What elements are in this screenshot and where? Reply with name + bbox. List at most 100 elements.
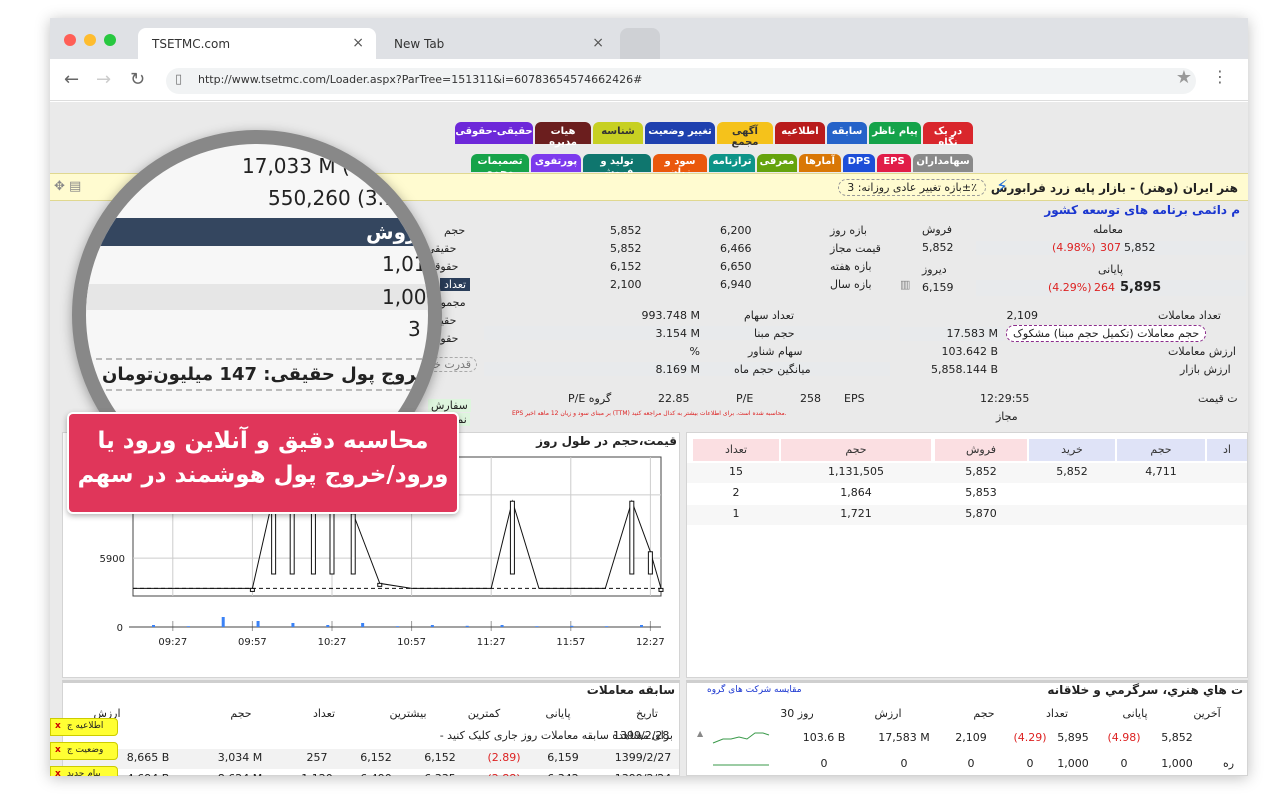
volume-bar [500,625,504,627]
close-tab-icon[interactable]: × [352,35,364,51]
sector-panel: ت هاي هنري، سرگرمي و خلاقانه مقایسه شرکت… [686,680,1248,776]
reload-icon[interactable]: ↻ [130,69,145,90]
volume-bar [361,623,365,627]
bookmark-star-icon[interactable]: ★ [1176,67,1192,88]
print-button[interactable]: ▤ [132,157,146,175]
browser-tab-tsetmc[interactable]: TSETMC.com × [138,28,376,59]
url-input[interactable]: ▯ http://www.tsetmc.com/Loader.aspx?ParTr… [166,68,1196,94]
history-cell: 1399/2/24 [611,772,675,776]
sticky-tag-label: پیام جدید [66,769,101,776]
zoom-button[interactable]: ✥ [108,157,121,175]
label-price-state: ت قیمت [1198,392,1238,405]
sector-col-header: ارزش [874,707,902,720]
volume-bar [396,626,399,627]
x-tick-label: 12:27 [636,637,665,648]
nav-subtab[interactable]: آمارها [799,154,841,172]
label-trade-count: تعداد معاملات [1158,309,1221,322]
nav-tab[interactable]: حقیقی-حقوقی [455,122,533,144]
week-low: 6,152 [610,260,642,273]
back-icon[interactable]: ← [64,69,79,90]
history-note-date: 1399/2/28 [613,729,670,742]
label-pe: P/E [736,392,754,405]
sticky-tag[interactable]: x وضعیت ج [50,742,118,760]
nav-subtab[interactable]: معرفی [757,154,797,172]
page-content: در یک نگاه پیام ناظر سابقه اطلاعیه آگهی مجمع… [50,102,1248,776]
sector-title: ت هاي هنري، سرگرمي و خلاقانه [1047,683,1243,697]
x-tick-label: 10:57 [397,637,426,648]
value-eps: 258 [800,392,821,405]
sector-cell: 17,583 M [878,731,930,744]
nav-tab[interactable]: اطلاعیه [775,122,825,144]
order-button[interactable]: سفارش [428,399,471,412]
nav-subtab[interactable]: DPS [843,154,875,172]
compare-group-link[interactable]: مقایسه شرکت های گروه [707,685,802,695]
magnified-volume: 17,033 M (96.8 [242,154,395,178]
sort-icon[interactable]: ▲ [697,729,703,738]
value-market-cap: 5,858.144 B [930,363,998,376]
nav-tab[interactable]: سابقه [827,122,867,144]
nav-subtab[interactable]: پورتفوی [531,154,581,172]
browser-window: TSETMC.com × New Tab × ← → ↻ ▯ http://www.t… [50,18,1248,776]
x-tick-label: 09:27 [158,637,187,648]
value-avg-volume: 8.169 M [655,363,700,376]
nav-subtab[interactable]: تولید و فروش [583,154,651,178]
history-cell: 1,120 [287,772,347,776]
new-tab-button[interactable] [620,28,660,59]
volume-bar [291,623,295,627]
forward-icon[interactable]: → [96,69,111,90]
nav-tab[interactable]: شناسه [593,122,643,144]
tab-title: TSETMC.com [152,37,231,51]
history-col-header: حجم [230,707,252,720]
nav-tab[interactable]: آگهی مجمع [717,122,773,148]
chart-mini-icon[interactable]: ▥ [900,278,910,291]
year-low: 2,100 [610,278,642,291]
nav-subtab[interactable]: EPS [877,154,911,172]
volume-bar [570,625,574,627]
close-tag-icon[interactable]: x [55,745,61,755]
maximize-window-icon[interactable] [104,34,116,46]
close-tag-icon[interactable]: x [55,721,61,731]
page-icon: ▯ [175,72,183,87]
history-col-header: کمترین [467,707,501,720]
allowed-low: 5,852 [610,242,642,255]
sparkline-30d [712,732,770,744]
order-book-col-header: تعداد [693,439,779,461]
order-book-panel: تعداد حجم فروش خرید حجم اد 15 1,131,505 5,852 5,… [686,432,1248,678]
sticky-tag[interactable]: x اطلاعیه ج [50,718,118,736]
nav-subtab[interactable]: سود و زیان [653,154,707,178]
history-col-header: تاریخ [636,707,658,720]
nav-subtab[interactable]: ترازنامه [709,154,755,172]
volume-bar [326,625,330,627]
browser-menu-icon[interactable]: ⋮ [1212,67,1228,86]
close-window-icon[interactable] [64,34,76,46]
nav-subtab[interactable]: تصمیمات مجمع [471,154,529,178]
nav-subtab[interactable]: سهامداران [913,154,973,172]
label-base-volume: حجم مبنا [754,327,795,340]
browser-tab-new[interactable]: New Tab × [380,28,616,59]
nav-tab[interactable]: در یک نگاه [923,122,973,148]
nav-tab[interactable]: تغییر وضعیت [645,122,715,144]
order-book-cell: 1,131,505 [828,465,884,478]
sector-cell: 0 [1120,757,1128,770]
magnified-row1: 1,012 [382,252,440,276]
promo-line2: ورود/خروج پول هوشمند در سهم [77,462,449,488]
close-tab-icon[interactable]: × [592,35,604,51]
minimize-window-icon[interactable] [84,34,96,46]
url-text: http://www.tsetmc.com/Loader.aspx?ParTre… [198,73,643,86]
eps-note: EPS بر مبنای سود و زیان 12 ماهه اخیر (TT… [512,410,787,417]
sticky-tag[interactable]: x پیام جدید [50,766,118,776]
history-cell: 6,152 [424,751,456,764]
money-outflow-label: خروج پول حقیقی: 147 میلیون‌تومان [96,358,428,391]
nav-tab[interactable]: هیات مدیره [535,122,591,148]
label-shares: تعداد سهام [744,309,795,322]
eps-panel: EPS 258 P/E 22.85 P/E گروه EPS بر مبنای … [482,388,892,428]
label-trade-value: ارزش معاملات [1168,345,1236,358]
order-book-col-header: حجم [1117,439,1205,461]
value-last-pct: (4.29%) [1048,281,1092,294]
promo-line1: محاسبه دقیق و آنلاین ورود یا [97,428,429,454]
close-tag-icon[interactable]: x [55,769,61,776]
volume-bar [256,621,260,627]
history-cell: 6,152 [360,751,392,764]
nav-tab[interactable]: پیام ناظر [869,122,921,144]
chart-title: قیمت،حجم در طول روز [536,434,677,448]
